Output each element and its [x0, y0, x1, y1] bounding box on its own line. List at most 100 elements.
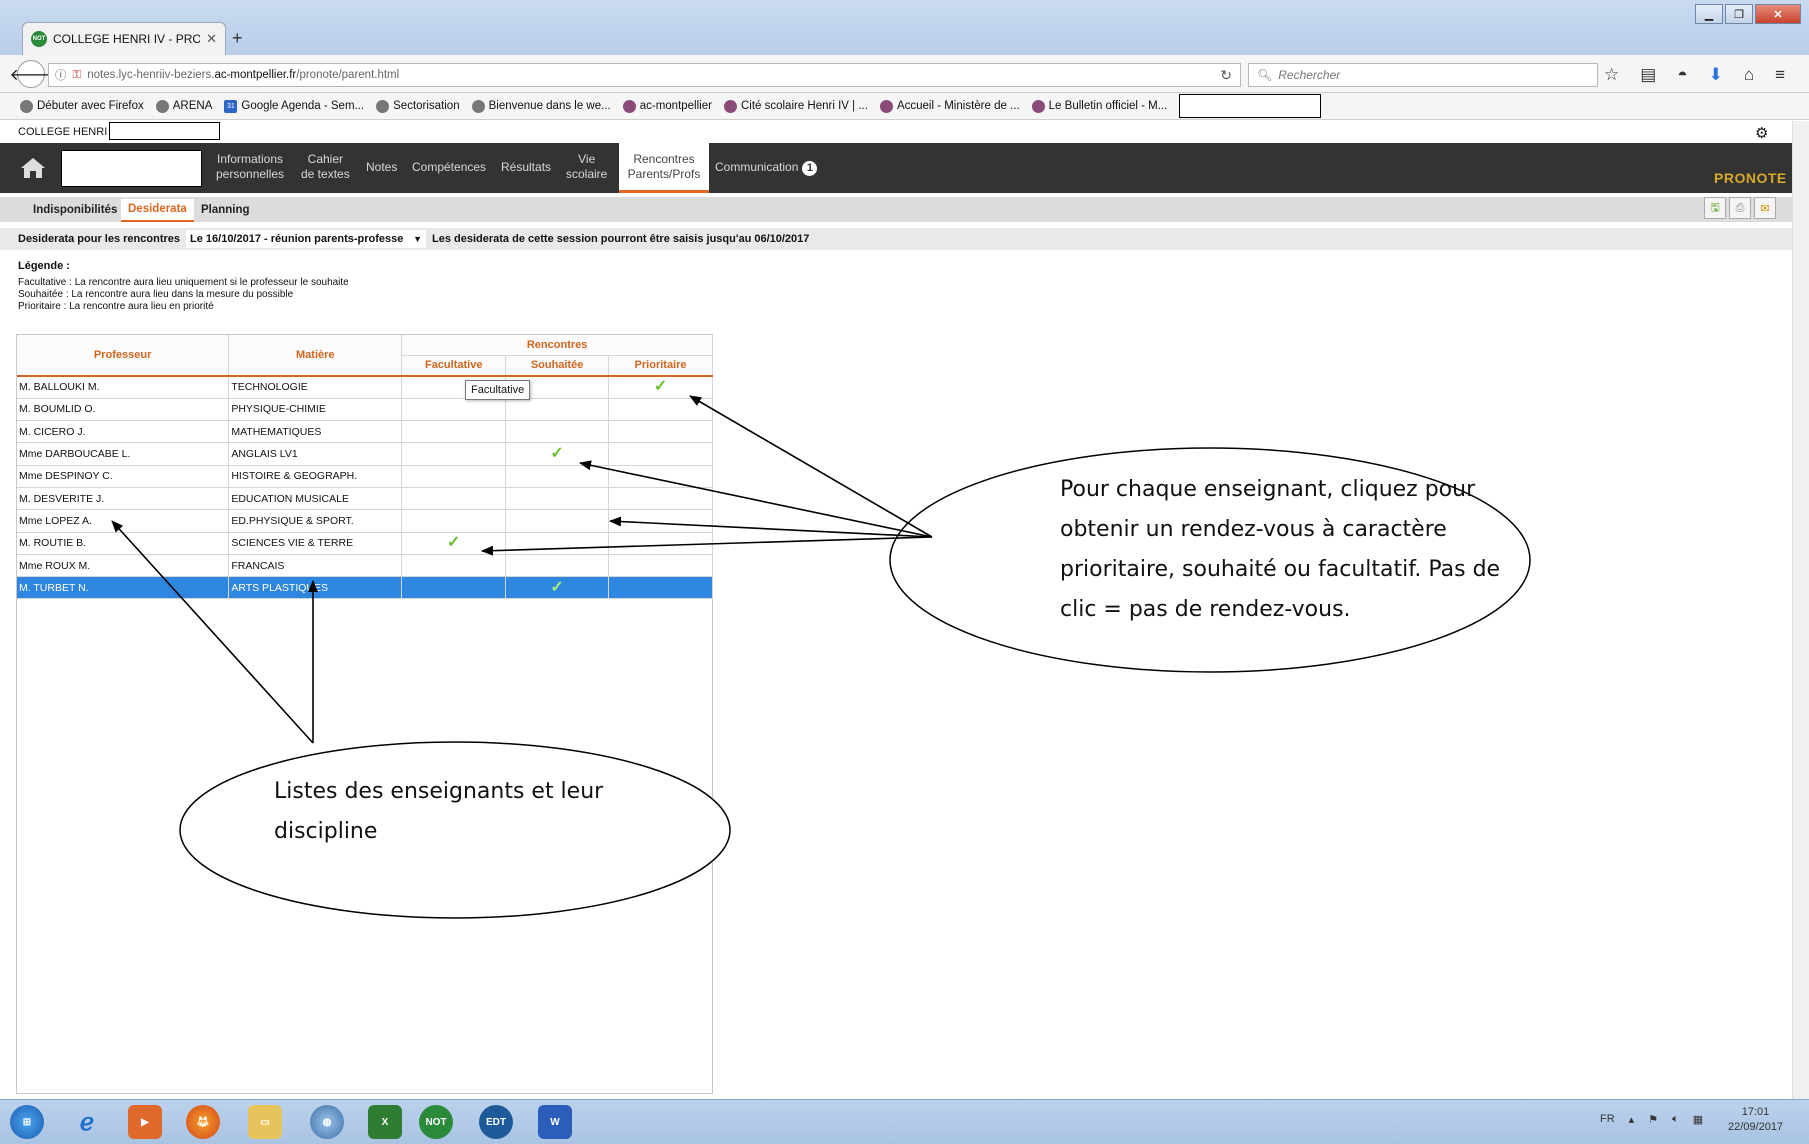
clock[interactable]: 17:01 22/09/2017 — [1728, 1105, 1783, 1135]
cell-facultative[interactable] — [401, 509, 507, 533]
session-select[interactable]: Le 16/10/2017 - réunion parents-professe… — [186, 230, 427, 248]
cell-souhaitee[interactable]: ✓ — [505, 576, 610, 600]
menu-resultats[interactable]: Résultats — [501, 160, 551, 175]
bookmark-item[interactable]: Débuter avec Firefox — [20, 99, 144, 113]
bookmark-item[interactable]: 31 Google Agenda - Sem... — [224, 99, 364, 113]
table-row[interactable]: M. ROUTIE B. SCIENCES VIE & TERRE ✓ — [17, 532, 713, 555]
cell-prioritaire[interactable] — [608, 487, 713, 511]
cell-prioritaire[interactable] — [608, 576, 713, 600]
print-icon[interactable]: ⎙ — [1729, 197, 1751, 219]
pocket-icon[interactable]: ◓ — [1677, 65, 1687, 85]
bookmark-star-icon[interactable]: ☆ — [1604, 65, 1619, 85]
cell-facultative[interactable] — [401, 442, 507, 466]
minimize-button[interactable]: ▁ — [1695, 4, 1723, 24]
header-matiere[interactable]: Matière — [228, 335, 403, 377]
cell-facultative[interactable] — [401, 398, 507, 422]
header-facultative[interactable]: Facultative — [401, 355, 507, 377]
home-icon[interactable]: ⌂ — [1744, 65, 1754, 85]
cell-facultative[interactable] — [401, 576, 507, 600]
cell-prioritaire[interactable] — [608, 420, 713, 444]
url-bar[interactable]: ⓘ ⚿ notes.lyc-henriiv-beziers.ac-montpel… — [48, 63, 1241, 87]
header-souhaitee[interactable]: Souhaitée — [505, 355, 610, 377]
new-tab-button[interactable]: + — [232, 28, 243, 49]
menu-icon[interactable]: ≡ — [1775, 65, 1785, 85]
bookmark-item[interactable]: Sectorisation — [376, 99, 460, 113]
search-input[interactable]: 🔍︎ Rechercher — [1248, 63, 1598, 87]
cell-facultative[interactable]: ✓ — [401, 532, 507, 555]
gear-icon[interactable]: ⚙ — [1755, 124, 1768, 142]
network-icon[interactable]: ▦ — [1693, 1113, 1703, 1126]
start-button[interactable]: ⊞ — [10, 1105, 44, 1139]
language-indicator[interactable]: FR — [1600, 1113, 1615, 1126]
cell-prioritaire[interactable] — [608, 442, 713, 466]
maximize-button[interactable]: ❐ — [1725, 4, 1753, 24]
edt-taskbar-icon[interactable]: EDT — [479, 1105, 513, 1139]
folder-icon[interactable]: ▭ — [248, 1105, 282, 1139]
cell-souhaitee[interactable] — [505, 509, 610, 533]
cell-souhaitee[interactable] — [505, 420, 610, 444]
cell-souhaitee[interactable] — [505, 398, 610, 422]
show-hidden-icons-icon[interactable]: ▴ — [1629, 1113, 1635, 1126]
bookmark-item[interactable]: Cité scolaire Henri IV | ... — [723, 99, 868, 113]
info-icon[interactable]: ⓘ — [55, 67, 67, 83]
header-professeur[interactable]: Professeur — [17, 335, 230, 377]
media-player-icon[interactable]: ▶ — [128, 1105, 162, 1139]
download-icon[interactable]: ⬇ — [1709, 65, 1723, 85]
mail-icon[interactable]: ✉ — [1754, 197, 1776, 219]
bookmark-item[interactable]: Le Bulletin officiel - M... — [1031, 99, 1167, 113]
cell-prioritaire[interactable] — [608, 554, 713, 578]
cell-souhaitee[interactable] — [505, 532, 610, 555]
cell-souhaitee[interactable] — [505, 465, 610, 488]
tab-desiderata[interactable]: Desiderata — [121, 199, 194, 222]
table-row[interactable]: Mme DESPINOY C. HISTOIRE & GEOGRAPH. — [17, 465, 713, 488]
close-window-button[interactable]: ✕ — [1755, 4, 1801, 24]
back-button[interactable]: 🡐 — [10, 60, 52, 88]
menu-communication[interactable]: Communication 1 — [715, 160, 818, 176]
menu-informations-personnelles[interactable]: Informations personnelles — [216, 152, 284, 182]
cell-prioritaire[interactable] — [608, 398, 713, 422]
excel-icon[interactable]: X — [368, 1105, 402, 1139]
bookmark-item[interactable]: Bienvenue dans le we... — [471, 99, 611, 113]
table-row[interactable]: Mme ROUX M. FRANCAIS — [17, 554, 713, 578]
table-row[interactable]: M. BOUMLID O. PHYSIQUE-CHIMIE — [17, 398, 713, 422]
cell-prioritaire[interactable] — [608, 532, 713, 555]
internet-explorer-icon[interactable]: ℯ — [70, 1105, 104, 1139]
tab-planning[interactable]: Planning — [201, 204, 250, 216]
save-icon[interactable]: 🖫 — [1704, 197, 1726, 219]
menu-cahier-de-textes[interactable]: Cahier de textes — [301, 152, 350, 182]
bookmark-item[interactable]: Accueil - Ministère de ... — [879, 99, 1020, 113]
cell-facultative[interactable] — [401, 420, 507, 444]
reload-icon[interactable]: ↻ — [1220, 67, 1232, 84]
menu-rencontres-parents-profs[interactable]: Rencontres Parents/Profs — [619, 143, 709, 193]
firefox-icon[interactable]: 🦊︎ — [186, 1105, 220, 1139]
cell-souhaitee[interactable] — [505, 554, 610, 578]
cell-facultative[interactable] — [401, 487, 507, 511]
table-row[interactable]: Mme DARBOUCABE L. ANGLAIS LV1 ✓ — [17, 442, 713, 466]
cell-facultative[interactable] — [401, 554, 507, 578]
cell-prioritaire[interactable]: ✓ — [608, 376, 713, 399]
menu-competences[interactable]: Compétences — [412, 160, 486, 175]
close-tab-icon[interactable]: ✕ — [206, 31, 217, 47]
bookmark-item[interactable]: ARENA — [155, 99, 212, 113]
cell-prioritaire[interactable] — [608, 509, 713, 533]
table-row[interactable]: M. DESVERITE J. EDUCATION MUSICALE — [17, 487, 713, 511]
cell-prioritaire[interactable] — [608, 465, 713, 488]
pronote-taskbar-icon[interactable]: NOT — [419, 1105, 453, 1139]
table-row[interactable]: M. CICERO J. MATHEMATIQUES — [17, 420, 713, 444]
volume-icon[interactable]: 🔈︎ — [1672, 1113, 1679, 1126]
tab-indisponibilites[interactable]: Indisponibilités — [33, 204, 117, 216]
table-row[interactable]: Mme LOPEZ A. ED.PHYSIQUE & SPORT. — [17, 509, 713, 533]
menu-notes[interactable]: Notes — [366, 160, 397, 175]
scrollbar[interactable] — [1792, 121, 1809, 1099]
browser-tab[interactable]: NOT COLLEGE HENRI IV - PRONO ✕ — [22, 22, 226, 55]
reading-list-icon[interactable]: ▤ — [1640, 65, 1656, 85]
table-row[interactable]: M. BALLOUKI M. TECHNOLOGIE ✓ — [17, 376, 713, 399]
flag-icon[interactable]: ⚑ — [1648, 1113, 1658, 1126]
header-prioritaire[interactable]: Prioritaire — [608, 355, 713, 377]
home-icon[interactable] — [20, 156, 46, 180]
menu-vie-scolaire[interactable]: Vie scolaire — [566, 152, 607, 182]
cell-souhaitee[interactable] — [505, 487, 610, 511]
word-icon[interactable]: W — [538, 1105, 572, 1139]
network-globe-icon[interactable]: ◍ — [310, 1105, 344, 1139]
cell-facultative[interactable] — [401, 465, 507, 488]
